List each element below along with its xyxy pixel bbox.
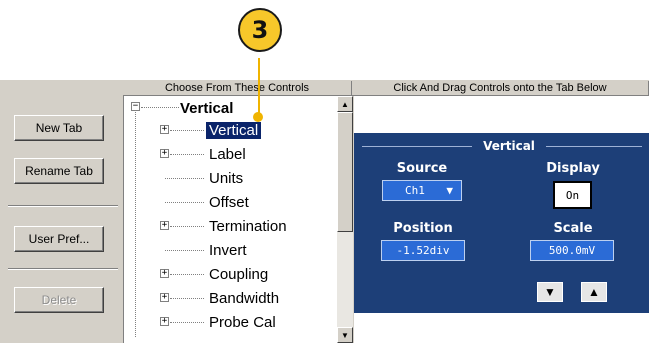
tree-connector xyxy=(165,178,204,180)
button-separator xyxy=(8,268,118,270)
controls-list-header: Choose From These Controls xyxy=(123,81,352,96)
tree-item-offset[interactable]: Offset xyxy=(209,192,249,212)
tree-item-label: Vertical xyxy=(206,121,262,139)
tree-item-probe-cal[interactable]: Probe Cal xyxy=(209,312,276,332)
scroll-down-button[interactable]: ▼ xyxy=(337,327,353,343)
vertical-section-title: Vertical xyxy=(483,139,535,153)
scale-down-button[interactable]: ▼ xyxy=(537,282,563,302)
tree-scrollbar[interactable]: ▲ ▼ xyxy=(337,96,353,343)
tree-item-label-node[interactable]: Label xyxy=(209,144,246,164)
tree-item-invert[interactable]: Invert xyxy=(209,240,247,260)
tree-item-units[interactable]: Units xyxy=(209,168,243,188)
tree-item-vertical[interactable]: Vertical xyxy=(206,120,262,140)
step-callout-badge: 3 xyxy=(238,8,282,52)
up-arrow-icon: ▲ xyxy=(588,285,600,299)
source-value: Ch1 xyxy=(405,184,425,197)
position-label: Position xyxy=(393,221,453,236)
tree-connector xyxy=(170,274,204,276)
tree-connector xyxy=(170,154,204,156)
display-label: Display xyxy=(546,161,600,176)
expand-icon[interactable]: + xyxy=(160,293,169,302)
tree-connector xyxy=(165,250,204,252)
section-divider xyxy=(546,146,642,147)
button-separator xyxy=(8,205,118,207)
dropdown-arrow-icon: ▼ xyxy=(446,184,453,197)
source-select[interactable]: Ch1 ▼ xyxy=(382,180,462,201)
expand-icon[interactable]: + xyxy=(160,221,169,230)
expand-icon[interactable]: + xyxy=(160,125,169,134)
source-label: Source xyxy=(396,161,448,176)
section-divider xyxy=(362,146,472,147)
new-tab-button[interactable]: New Tab xyxy=(14,115,104,141)
tree-connector xyxy=(170,226,204,228)
tree-connector xyxy=(165,202,204,204)
scale-up-button[interactable]: ▲ xyxy=(581,282,607,302)
display-toggle[interactable]: On xyxy=(553,181,592,209)
expand-icon[interactable]: + xyxy=(160,149,169,158)
callout-leader xyxy=(258,58,260,118)
tree-connector xyxy=(170,322,204,324)
expand-icon[interactable]: + xyxy=(160,269,169,278)
collapse-icon[interactable]: − xyxy=(131,102,140,111)
scale-field[interactable]: 500.0mV xyxy=(530,240,614,261)
down-arrow-icon: ▼ xyxy=(544,285,556,299)
position-field[interactable]: -1.52div xyxy=(381,240,465,261)
expand-icon[interactable]: + xyxy=(160,317,169,326)
tree-connector xyxy=(170,130,204,132)
tree-connector xyxy=(135,112,137,337)
scroll-thumb[interactable] xyxy=(337,112,353,232)
drop-area-header: Click And Drag Controls onto the Tab Bel… xyxy=(352,81,649,96)
tree-connector xyxy=(170,298,204,300)
user-pref-button[interactable]: User Pref... xyxy=(14,226,104,252)
controls-tree[interactable]: − Vertical + Vertical + Label Units Offs… xyxy=(123,96,337,343)
tree-item-termination[interactable]: Termination xyxy=(209,216,287,236)
tree-item-coupling[interactable]: Coupling xyxy=(209,264,268,284)
scroll-up-button[interactable]: ▲ xyxy=(337,96,353,112)
scale-label: Scale xyxy=(553,221,593,236)
tree-root-vertical[interactable]: Vertical xyxy=(180,98,233,118)
delete-button[interactable]: Delete xyxy=(14,287,104,313)
tree-item-bandwidth[interactable]: Bandwidth xyxy=(209,288,279,308)
tree-connector xyxy=(141,107,179,109)
rename-tab-button[interactable]: Rename Tab xyxy=(14,158,104,184)
callout-pointer xyxy=(253,112,263,122)
